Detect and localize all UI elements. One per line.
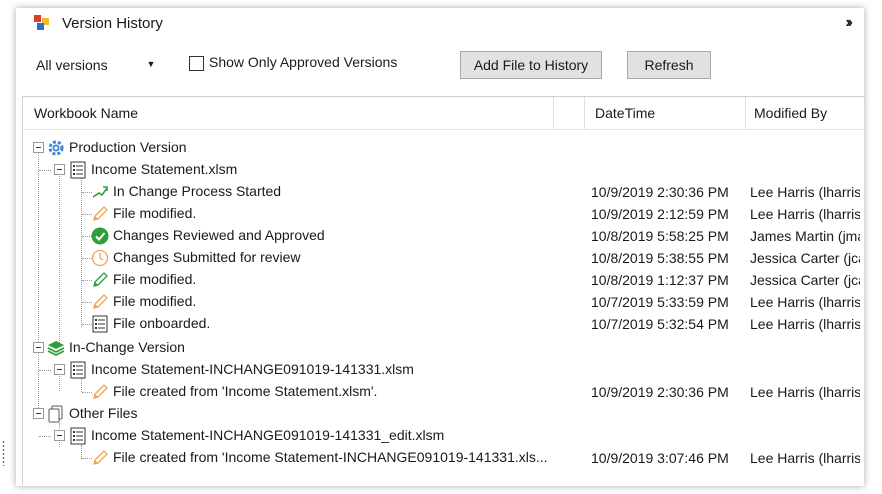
tree-node-label: Income Statement.xlsm	[91, 161, 238, 177]
history-entry-label: File modified.	[113, 205, 197, 221]
gear-icon	[48, 140, 64, 156]
history-entry-label: File created from 'Income Statement-INCH…	[113, 449, 548, 465]
pencil-orange-icon	[93, 294, 108, 309]
tree-node-label: Income Statement-INCHANGE091019-141331_e…	[91, 427, 445, 443]
versions-select-value: All versions	[36, 57, 108, 73]
tree-node-production[interactable]: Production Version	[23, 137, 865, 159]
column-header-name[interactable]: Workbook Name	[34, 105, 138, 121]
panel-title: Version History	[62, 15, 163, 32]
history-entry-row[interactable]: File modified. 10/8/2019 1:12:37 PM Jess…	[23, 269, 865, 291]
tree-node-file[interactable]: Income Statement.xlsm	[23, 159, 865, 181]
column-header-datetime[interactable]: DateTime	[595, 105, 655, 121]
show-approved-label[interactable]: Show Only Approved Versions	[209, 54, 397, 70]
collapse-icon[interactable]	[54, 364, 65, 375]
check-circle-icon	[91, 227, 109, 245]
title-bar: Version History ››	[16, 8, 864, 38]
collapse-icon[interactable]	[54, 164, 65, 175]
tree-node-other-files[interactable]: Other Files	[23, 403, 865, 425]
history-entry-datetime: 10/8/2019 5:38:55 PM	[591, 250, 729, 266]
tree-line	[39, 370, 51, 371]
documents-icon	[48, 405, 63, 423]
layers-icon	[47, 341, 65, 357]
column-divider[interactable]	[553, 97, 554, 129]
list-doc-icon	[92, 315, 108, 333]
history-entry-label: File modified.	[113, 293, 197, 309]
refresh-button[interactable]: Refresh	[627, 51, 711, 79]
pencil-orange-icon	[93, 206, 108, 221]
history-entry-row[interactable]: File onboarded. 10/7/2019 5:32:54 PM Lee…	[23, 313, 865, 335]
history-entry-modified-by: Lee Harris (lharris)	[750, 450, 860, 466]
history-entry-label: File onboarded.	[113, 315, 211, 331]
history-entry-row[interactable]: In Change Process Started 10/9/2019 2:30…	[23, 181, 865, 203]
add-file-button[interactable]: Add File to History	[460, 51, 602, 79]
history-entry-modified-by: Jessica Carter (jcarter)	[750, 250, 860, 266]
history-entry-row[interactable]: File modified. 10/7/2019 5:33:59 PM Lee …	[23, 291, 865, 313]
history-entry-label: Changes Submitted for review	[113, 249, 301, 265]
collapse-icon[interactable]	[54, 430, 65, 441]
tree-node-label: Production Version	[69, 139, 187, 155]
double-chevron-right-icon[interactable]: ››	[845, 14, 852, 32]
history-entry-modified-by: Jessica Carter (jcarter)	[750, 272, 860, 288]
history-entry-datetime: 10/8/2019 5:58:25 PM	[591, 228, 729, 244]
column-divider[interactable]	[745, 97, 746, 129]
list-doc-icon	[70, 161, 86, 179]
history-entry-modified-by: Lee Harris (lharris)	[750, 184, 860, 200]
show-approved-checkbox[interactable]	[189, 56, 204, 71]
column-divider[interactable]	[584, 97, 585, 129]
history-entry-row[interactable]: File modified. 10/9/2019 2:12:59 PM Lee …	[23, 203, 865, 225]
history-entry-datetime: 10/9/2019 3:07:46 PM	[591, 450, 729, 466]
pencil-orange-icon	[93, 450, 108, 465]
version-history-panel: Version History ›› All versions ▼ Show O…	[16, 8, 865, 486]
history-entry-row[interactable]: File created from 'Income Statement.xlsm…	[23, 381, 865, 403]
history-entry-modified-by: Lee Harris (lharris)	[750, 294, 860, 310]
tree-node-file[interactable]: Income Statement-INCHANGE091019-141331.x…	[23, 359, 865, 381]
pencil-orange-icon	[93, 384, 108, 399]
history-entry-label: Changes Reviewed and Approved	[113, 227, 325, 243]
history-entry-label: File modified.	[113, 271, 197, 287]
trend-arrow-icon	[92, 186, 108, 198]
tree-node-label: Other Files	[69, 405, 138, 421]
tree-node-label: Income Statement-INCHANGE091019-141331.x…	[91, 361, 414, 377]
list-doc-icon	[70, 361, 86, 379]
history-entry-datetime: 10/8/2019 1:12:37 PM	[591, 272, 729, 288]
tree-line	[39, 170, 51, 171]
toolbar: All versions ▼ Show Only Approved Versio…	[16, 50, 864, 82]
history-entry-modified-by: Lee Harris (lharris)	[750, 384, 860, 400]
history-entry-modified-by: James Martin (jmartin)	[750, 228, 860, 244]
version-tree[interactable]: Workbook Name DateTime Modified By Produ…	[22, 96, 865, 485]
history-entry-label: File created from 'Income Statement.xlsm…	[113, 383, 378, 399]
history-entry-datetime: 10/9/2019 2:30:36 PM	[591, 184, 729, 200]
tree-line	[39, 436, 51, 437]
clock-icon	[91, 249, 109, 267]
tree-node-label: In-Change Version	[69, 339, 185, 355]
history-entry-datetime: 10/7/2019 5:32:54 PM	[591, 316, 729, 332]
history-entry-datetime: 10/9/2019 2:30:36 PM	[591, 384, 729, 400]
collapse-icon[interactable]	[33, 408, 44, 419]
history-entry-modified-by: Lee Harris (lharris)	[750, 316, 860, 332]
column-header-modified-by[interactable]: Modified By	[754, 105, 827, 121]
chevron-down-icon[interactable]: ▼	[140, 54, 162, 74]
pencil-green-icon	[93, 272, 108, 287]
versions-select[interactable]: All versions ▼	[28, 50, 158, 78]
tree-node-file[interactable]: Income Statement-INCHANGE091019-141331_e…	[23, 425, 865, 447]
collapse-icon[interactable]	[33, 142, 44, 153]
history-entry-label: In Change Process Started	[113, 183, 282, 199]
column-header-row: Workbook Name DateTime Modified By	[23, 97, 865, 130]
history-entry-row[interactable]: Changes Submitted for review 10/8/2019 5…	[23, 247, 865, 269]
history-entry-datetime: 10/7/2019 5:33:59 PM	[591, 294, 729, 310]
version-history-icon	[34, 15, 49, 30]
history-entry-row[interactable]: File created from 'Income Statement-INCH…	[23, 447, 865, 469]
list-doc-icon	[70, 427, 86, 445]
tree-node-inchange[interactable]: In-Change Version	[23, 337, 865, 359]
collapse-icon[interactable]	[33, 342, 44, 353]
resize-grip[interactable]	[2, 440, 5, 466]
history-entry-modified-by: Lee Harris (lharris)	[750, 206, 860, 222]
history-entry-row[interactable]: Changes Reviewed and Approved 10/8/2019 …	[23, 225, 865, 247]
history-entry-datetime: 10/9/2019 2:12:59 PM	[591, 206, 729, 222]
